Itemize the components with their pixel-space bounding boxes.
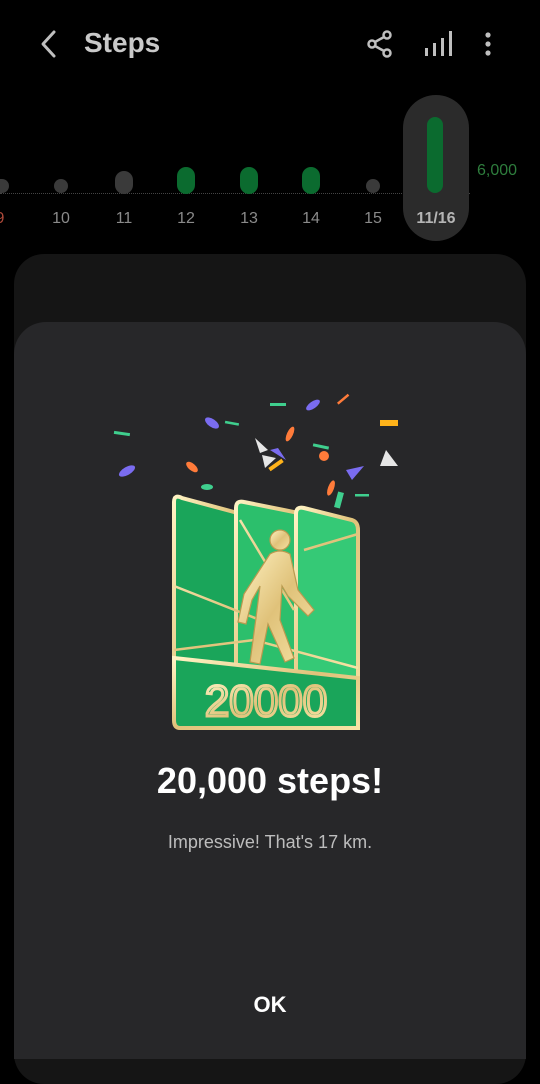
- day-label-12: 12: [177, 210, 195, 227]
- achievement-subtext: Impressive! That's 17 km.: [167, 832, 373, 852]
- goal-line: [0, 193, 470, 194]
- day-marker-13[interactable]: [240, 167, 258, 194]
- day-marker-15[interactable]: [366, 179, 380, 193]
- day-label-10: 10: [52, 210, 70, 227]
- day-label-13: 13: [240, 210, 258, 227]
- day-label-9: 9: [0, 210, 20, 228]
- share-icon: [367, 30, 392, 58]
- app-bar: Steps: [0, 0, 540, 90]
- share-button[interactable]: [364, 28, 396, 60]
- day-label-14: 14: [302, 210, 320, 227]
- day-marker-14[interactable]: [302, 167, 320, 194]
- badge-number: 20000: [205, 677, 327, 726]
- bar-chart-icon: [425, 31, 452, 56]
- ok-button[interactable]: OK: [220, 980, 320, 1030]
- back-button[interactable]: [34, 26, 70, 62]
- goal-label: 6,000: [477, 162, 518, 179]
- day-marker-11[interactable]: [115, 171, 133, 194]
- statistics-button[interactable]: [420, 28, 456, 60]
- today-label: 11/16: [416, 210, 456, 227]
- back-icon: [41, 30, 56, 58]
- daily-steps-chart: 6,000 9 10 11 12 13 14 15 11/16: [0, 90, 540, 250]
- day-label-11: 11: [115, 210, 133, 227]
- more-options-button[interactable]: [472, 28, 504, 60]
- day-marker-9[interactable]: [0, 179, 9, 193]
- page-title: Steps: [84, 27, 161, 58]
- achievement-headline: 20,000 steps!: [156, 760, 384, 801]
- day-marker-12[interactable]: [177, 167, 195, 194]
- more-vert-icon: [485, 32, 491, 56]
- day-label-15: 15: [364, 210, 382, 227]
- day-marker-today: [427, 117, 443, 193]
- steps-badge: 20000: [172, 494, 360, 730]
- day-marker-10[interactable]: [54, 179, 68, 193]
